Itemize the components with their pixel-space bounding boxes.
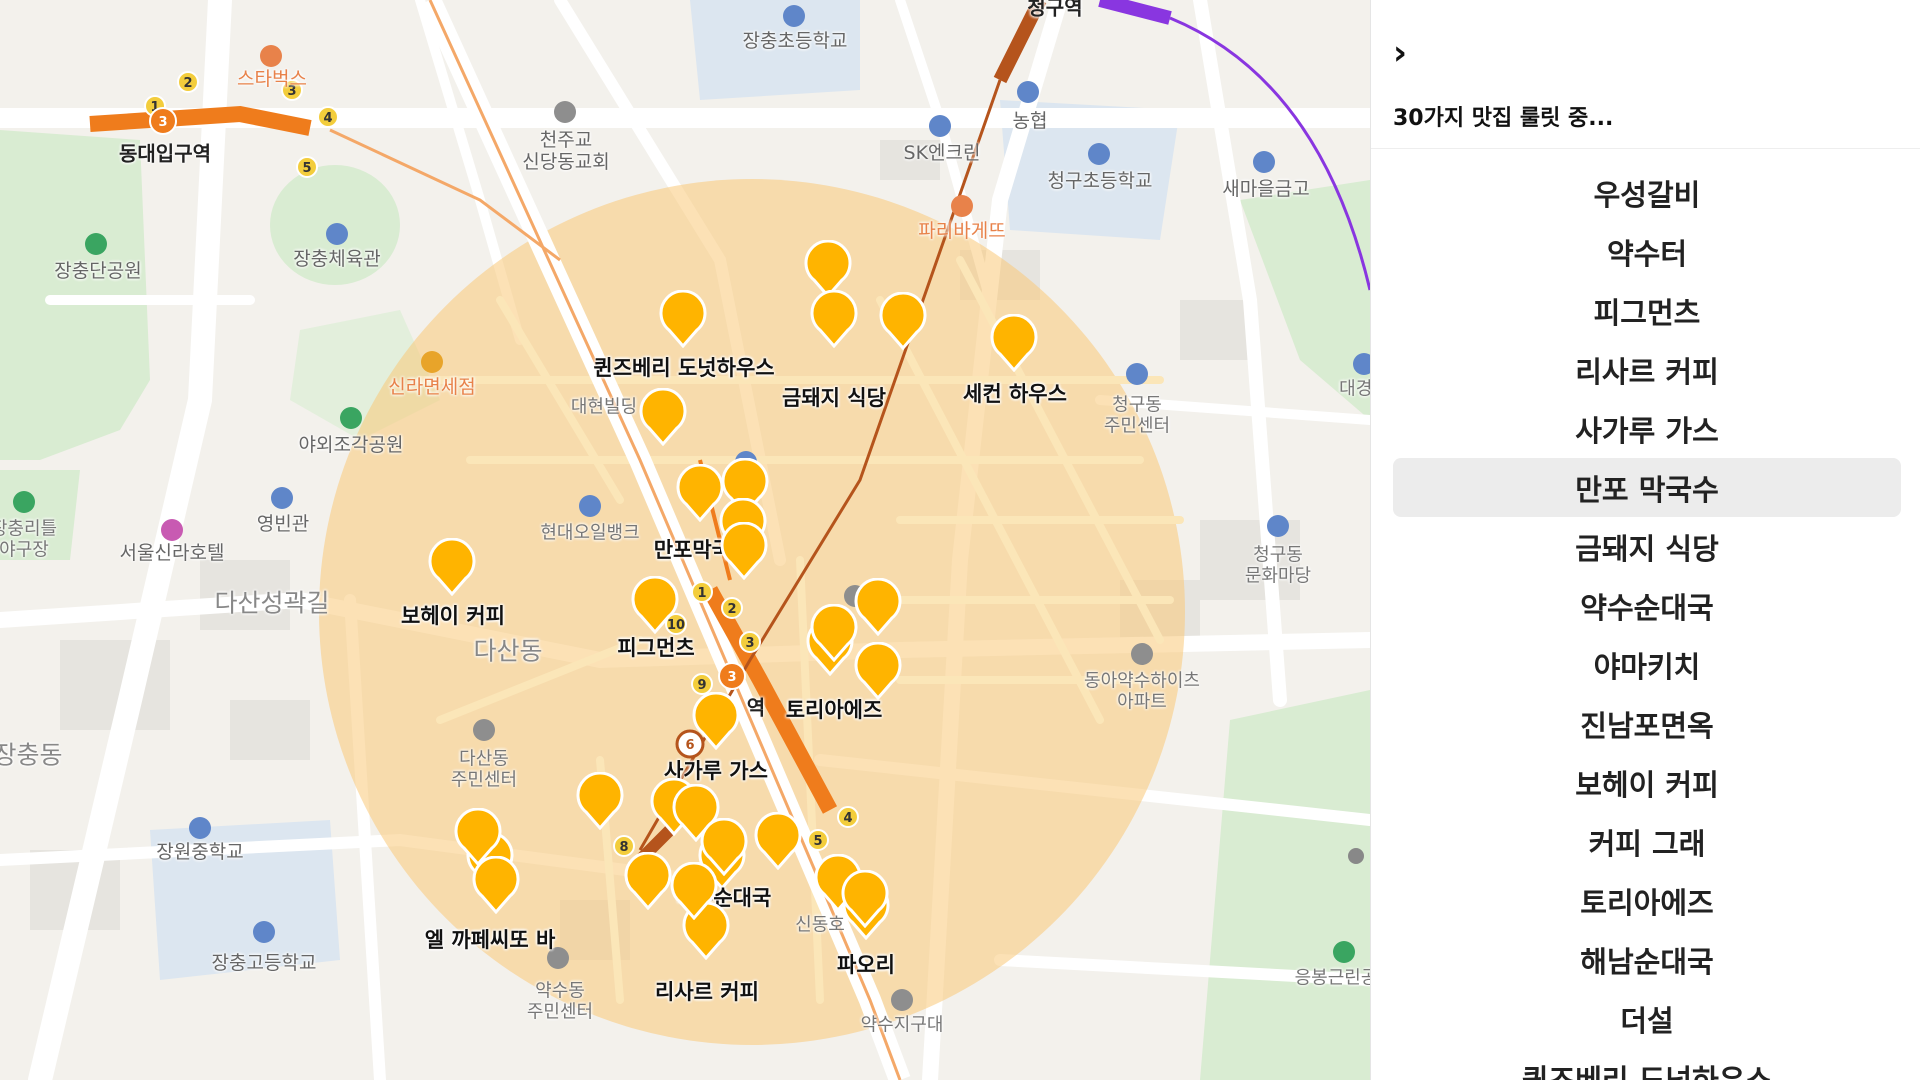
- map-pin-icon[interactable]: [879, 292, 927, 350]
- list-item[interactable]: 해남순대국: [1393, 930, 1901, 989]
- svg-text:1: 1: [697, 586, 706, 601]
- poi-label-church: 천주교 신당동교회: [522, 129, 610, 173]
- map-pin-icon[interactable]: [676, 464, 724, 522]
- pin-label[interactable]: 리사르 커피: [655, 976, 759, 1006]
- poi-label-dasan-center: 다산동 주민센터: [450, 748, 518, 790]
- svg-text:4: 4: [323, 111, 332, 126]
- station-label-dongdaeipgu: 동대입구역: [119, 141, 211, 166]
- road-label-dasan: 다산성곽길: [214, 588, 330, 618]
- map-pin-icon[interactable]: [854, 578, 902, 636]
- map-view[interactable]: 1 2 3 4 5 3 1 2 3 3 9 10 6 4 5 8 동대입구역 청…: [0, 0, 1370, 1080]
- poi-label-jangchung-elem: 장충초등학교: [742, 30, 848, 53]
- map-pin-icon[interactable]: [854, 642, 902, 700]
- poi-label-paris: 파리바게뜨: [918, 220, 1006, 243]
- map-pin-icon[interactable]: [631, 576, 679, 634]
- svg-text:9: 9: [697, 678, 706, 693]
- poi-label-yeongbingwan: 영빈관: [256, 513, 310, 536]
- poi-label-eungbong: 응봉근린공: [1294, 967, 1370, 989]
- list-item[interactable]: 더설: [1393, 989, 1901, 1048]
- restaurant-list: 우성갈비 약수터 피그먼츠 리사르 커피 사가루 가스 만포 막국수 금돼지 식당 약수순대국…: [1393, 163, 1901, 1080]
- roulette-status: 30가지 맛집 룰릿 중...: [1393, 106, 1614, 131]
- list-item[interactable]: 커피 그래: [1393, 812, 1901, 871]
- district-label-jangchung: 장충동: [0, 740, 63, 770]
- map-pin-icon[interactable]: [810, 290, 858, 348]
- poi-label-cheonggu-culture: 청구동 문화마당: [1244, 544, 1312, 586]
- poi-label-dongah: 동아약수하이츠 아파트: [1084, 670, 1200, 712]
- list-item[interactable]: 보헤이 커피: [1393, 753, 1901, 812]
- poi-label-saemaeul: 새마을금고: [1222, 178, 1310, 201]
- pin-label[interactable]: 엘 까페씨또 바: [425, 924, 556, 954]
- poi-label-cheonggu-elem: 청구초등학교: [1047, 170, 1153, 193]
- poi-label-sk: SK엔크린: [903, 142, 981, 165]
- poi-label-shilla-hotel: 서울신라호텔: [119, 542, 225, 565]
- poi-label-jangchung-stadium: 장충리틀 야구장: [0, 518, 58, 560]
- list-item[interactable]: 약수터: [1393, 222, 1901, 281]
- list-item[interactable]: 만포 막국수: [1393, 458, 1901, 517]
- poi-label-jangwon-mid: 장원중학교: [156, 841, 244, 864]
- roulette-panel: › 30가지 맛집 룰릿 중... 우성갈비 약수터 피그먼츠 리사르 커피 사가루 가…: [1370, 0, 1920, 1080]
- svg-text:2: 2: [183, 76, 192, 91]
- district-label-dasan: 다산동: [473, 636, 543, 666]
- poi-label-jangchung-park: 장충단공원: [54, 260, 142, 283]
- poi-label-daegyeong: 대경중: [1339, 378, 1370, 400]
- svg-text:5: 5: [302, 161, 311, 176]
- svg-text:4: 4: [843, 811, 852, 826]
- svg-text:3: 3: [745, 636, 754, 651]
- map-pin-icon[interactable]: [754, 812, 802, 870]
- map-pin-icon[interactable]: [639, 388, 687, 446]
- pin-label[interactable]: 퀸즈베리 도넛하우스: [593, 352, 774, 382]
- pin-label[interactable]: 보헤이 커피: [401, 600, 505, 630]
- list-item[interactable]: 토리아에즈: [1393, 871, 1901, 930]
- map-pin-icon[interactable]: [990, 314, 1038, 372]
- map-pin-icon[interactable]: [810, 604, 858, 662]
- list-item[interactable]: 퀸즈베리 도넛하우스: [1393, 1048, 1901, 1080]
- poi-label-sculpture-park: 야외조각공원: [298, 434, 404, 457]
- svg-text:3: 3: [158, 115, 167, 130]
- poi-label-yaksu-center: 약수동 주민센터: [526, 980, 594, 1022]
- poi-label-starbucks: 스타벅스: [237, 68, 307, 91]
- poi-label-sindang: 신동호: [795, 914, 845, 936]
- poi-label-hyundai-oil: 현대오일뱅크: [540, 522, 640, 544]
- station-label-yaksu: 역: [746, 695, 766, 720]
- svg-text:2: 2: [727, 602, 736, 617]
- poi-label-nonghyup: 농협: [1012, 110, 1048, 133]
- map-pin-icon[interactable]: [720, 522, 768, 580]
- map-pin-icon[interactable]: [659, 290, 707, 348]
- svg-text:5: 5: [813, 834, 822, 849]
- poi-label-yaksu-police: 약수지구대: [860, 1014, 944, 1036]
- map-pin-icon[interactable]: [576, 772, 624, 830]
- poi-label-gym: 장충체육관: [293, 248, 381, 271]
- map-pin-icon[interactable]: [841, 870, 889, 928]
- list-item[interactable]: 피그먼츠: [1393, 281, 1901, 340]
- list-item[interactable]: 우성갈비: [1393, 163, 1901, 222]
- station-label-cheonggu: 청구역: [1027, 0, 1083, 20]
- chevron-right-icon: ›: [1393, 33, 1408, 73]
- divider: [1371, 148, 1920, 149]
- poi-label-jangchung-high: 장충고등학교: [211, 952, 317, 975]
- pin-label[interactable]: 세컨 하우스: [963, 378, 1067, 408]
- map-pin-icon[interactable]: [624, 852, 672, 910]
- poi-label-daehyun: 대현빌딩: [570, 396, 638, 418]
- poi-label-cheonggu-center: 청구동 주민센터: [1103, 394, 1171, 436]
- pin-label[interactable]: 금돼지 식당: [782, 382, 886, 412]
- list-item[interactable]: 금돼지 식당: [1393, 517, 1901, 576]
- list-item[interactable]: 리사르 커피: [1393, 340, 1901, 399]
- map-pin-icon[interactable]: [472, 856, 520, 914]
- list-item[interactable]: 사가루 가스: [1393, 399, 1901, 458]
- pin-label[interactable]: 피그먼츠: [617, 632, 694, 662]
- list-item[interactable]: 진남포면옥: [1393, 694, 1901, 753]
- poi-label-shilla-dutyfree: 신라면세점: [388, 376, 476, 399]
- pin-label[interactable]: 파오리: [837, 949, 895, 979]
- list-item[interactable]: 약수순대국: [1393, 576, 1901, 635]
- list-item[interactable]: 야마키치: [1393, 635, 1901, 694]
- map-pin-icon[interactable]: [670, 862, 718, 920]
- svg-text:3: 3: [727, 670, 736, 685]
- map-pin-icon[interactable]: [428, 538, 476, 596]
- map-pin-icon[interactable]: [692, 692, 740, 750]
- collapse-panel-button[interactable]: ›: [1393, 36, 1407, 70]
